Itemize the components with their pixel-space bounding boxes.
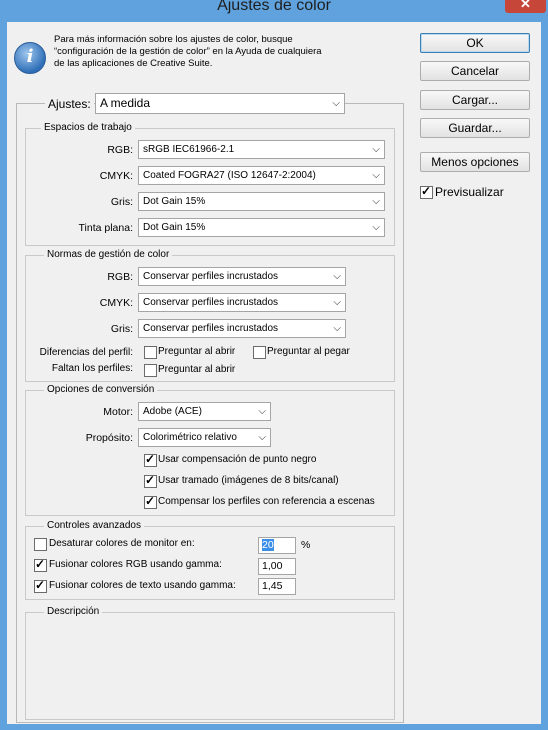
ws-cmyk-value: Coated FOGRA27 (ISO 12647-2:2004): [143, 170, 316, 181]
description-title: Descripción: [44, 606, 103, 617]
ws-rgb-select[interactable]: sRGB IEC61966-2.1 ⌵: [138, 140, 385, 159]
close-icon: ✕: [520, 0, 531, 11]
settings-label: Ajustes:: [45, 97, 94, 111]
advanced-title: Controles avanzados: [44, 520, 144, 531]
load-button[interactable]: Cargar...: [420, 90, 530, 110]
chevron-down-icon: ⌵: [372, 196, 380, 207]
checkmark-icon: ✓: [145, 452, 156, 466]
pol-gray-select[interactable]: Conservar perfiles incrustados ⌵: [138, 319, 346, 338]
intent-select[interactable]: Colorimétrico relativo ⌵: [138, 428, 271, 447]
settings-value: A medida: [100, 96, 151, 110]
chevron-down-icon: ⌵: [333, 297, 341, 308]
pol-gray-value: Conservar perfiles incrustados: [143, 323, 279, 334]
workspaces-title: Espacios de trabajo: [41, 122, 135, 133]
chevron-down-icon: ⌵: [333, 271, 341, 282]
bpc-label: Usar compensación de punto negro: [158, 454, 317, 465]
window-frame: Ajustes de color ✕ i Para más informació…: [0, 0, 548, 730]
pol-rgb-label: RGB:: [107, 271, 133, 283]
ws-gray-select[interactable]: Dot Gain 15% ⌵: [138, 192, 385, 211]
engine-value: Adobe (ACE): [143, 406, 202, 417]
percent-unit: %: [301, 539, 311, 551]
missing-open-checkbox[interactable]: [144, 364, 157, 377]
desaturate-input[interactable]: 20: [258, 537, 296, 554]
mismatch-open-checkbox[interactable]: [144, 346, 157, 359]
pol-cmyk-value: Conservar perfiles incrustados: [143, 297, 279, 308]
checkmark-icon: ✓: [145, 494, 156, 508]
chevron-down-icon: ⌵: [258, 406, 266, 417]
info-line: de las aplicaciones de Creative Suite.: [54, 58, 213, 69]
ws-rgb-label: RGB:: [107, 144, 133, 156]
mismatch-label: Diferencias del perfil:: [39, 347, 133, 358]
intent-label: Propósito:: [85, 432, 133, 444]
desaturate-label: Desaturar colores de monitor en:: [49, 538, 195, 549]
mismatch-paste-label: Preguntar al pegar: [267, 346, 350, 357]
ok-button[interactable]: OK: [420, 33, 530, 53]
info-line: “configuración de la gestión de color” e…: [54, 46, 322, 57]
policies-title: Normas de gestión de color: [44, 249, 173, 260]
desaturate-checkbox[interactable]: [34, 538, 47, 551]
blend-rgb-label: Fusionar colores RGB usando gamma:: [49, 559, 222, 570]
info-icon: i: [14, 42, 46, 74]
blend-text-value: 1,45: [262, 580, 283, 592]
blend-text-input[interactable]: 1,45: [258, 578, 296, 595]
window-title: Ajustes de color: [217, 0, 331, 14]
chevron-down-icon: ⌵: [258, 432, 266, 443]
cancel-button[interactable]: Cancelar: [420, 61, 530, 81]
intent-value: Colorimétrico relativo: [143, 432, 237, 443]
checkmark-icon: ✓: [35, 578, 46, 592]
info-line: Para más información sobre los ajustes d…: [54, 34, 293, 45]
conversion-title: Opciones de conversión: [44, 384, 158, 395]
dither-checkbox[interactable]: ✓: [144, 473, 157, 488]
blend-text-label: Fusionar colores de texto usando gamma:: [49, 580, 236, 591]
blend-rgb-checkbox[interactable]: ✓: [34, 557, 47, 572]
missing-label: Faltan los perfiles:: [51, 363, 133, 374]
blend-rgb-value: 1,00: [262, 560, 283, 572]
chevron-down-icon: ⌵: [372, 170, 380, 181]
blend-text-checkbox[interactable]: ✓: [34, 578, 47, 593]
chevron-down-icon: ⌵: [332, 98, 340, 109]
chevron-down-icon: ⌵: [372, 222, 380, 233]
pol-rgb-value: Conservar perfiles incrustados: [143, 271, 279, 282]
desaturate-value: 20: [262, 539, 274, 551]
save-button[interactable]: Guardar...: [420, 118, 530, 138]
ws-spot-label: Tinta plana:: [78, 222, 133, 234]
info-text: Para más información sobre los ajustes d…: [54, 34, 374, 70]
missing-open-label: Preguntar al abrir: [158, 364, 236, 375]
checkmark-icon: ✓: [35, 557, 46, 571]
ws-rgb-value: sRGB IEC61966-2.1: [143, 144, 235, 155]
pol-cmyk-select[interactable]: Conservar perfiles incrustados ⌵: [138, 293, 346, 312]
dither-label: Usar tramado (imágenes de 8 bits/canal): [158, 475, 339, 486]
ws-cmyk-label: CMYK:: [99, 170, 133, 182]
pol-rgb-select[interactable]: Conservar perfiles incrustados ⌵: [138, 267, 346, 286]
preview-label: Previsualizar: [435, 185, 504, 199]
ws-cmyk-select[interactable]: Coated FOGRA27 (ISO 12647-2:2004) ⌵: [138, 166, 385, 185]
fewer-options-button[interactable]: Menos opciones: [420, 152, 530, 172]
pol-cmyk-label: CMYK:: [99, 297, 133, 309]
mismatch-paste-checkbox[interactable]: [253, 346, 266, 359]
preview-checkbox[interactable]: ✓: [420, 184, 433, 199]
mismatch-open-label: Preguntar al abrir: [158, 346, 236, 357]
dialog-body: i Para más información sobre los ajustes…: [7, 22, 541, 724]
ws-gray-value: Dot Gain 15%: [143, 196, 206, 207]
engine-select[interactable]: Adobe (ACE) ⌵: [138, 402, 271, 421]
close-button[interactable]: ✕: [505, 0, 546, 13]
chevron-down-icon: ⌵: [333, 323, 341, 334]
chevron-down-icon: ⌵: [372, 144, 380, 155]
engine-label: Motor:: [103, 406, 133, 418]
pol-gray-label: Gris:: [110, 323, 133, 335]
checkmark-icon: ✓: [145, 473, 156, 487]
ws-spot-value: Dot Gain 15%: [143, 222, 206, 233]
settings-select[interactable]: A medida ⌵: [95, 93, 345, 114]
scene-label: Compensar los perfiles con referencia a …: [158, 496, 375, 507]
checkmark-icon: ✓: [421, 184, 432, 198]
blend-rgb-input[interactable]: 1,00: [258, 558, 296, 575]
ws-spot-select[interactable]: Dot Gain 15% ⌵: [138, 218, 385, 237]
description-group: [25, 612, 395, 720]
scene-checkbox[interactable]: ✓: [144, 494, 157, 509]
ws-gray-label: Gris:: [110, 196, 133, 208]
bpc-checkbox[interactable]: ✓: [144, 452, 157, 467]
title-bar: Ajustes de color ✕: [0, 0, 548, 22]
